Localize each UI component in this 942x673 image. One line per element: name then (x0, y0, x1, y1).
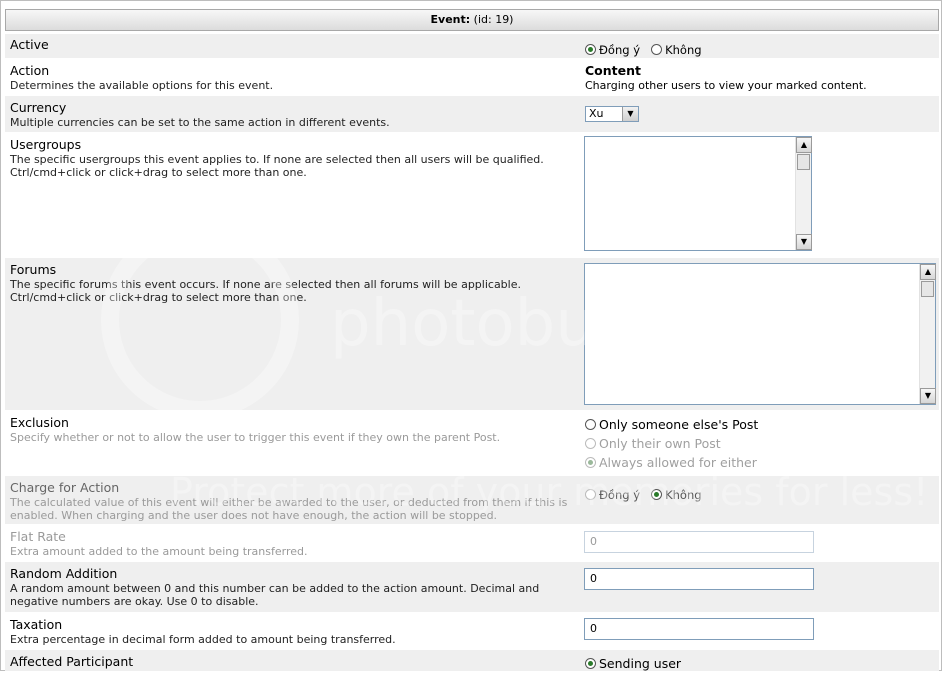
active-label: Active (10, 37, 49, 52)
form-header: Event: (id: 19) (5, 9, 939, 31)
exclusion-label: Exclusion (10, 415, 69, 430)
header-title: Event: (430, 13, 471, 26)
charge-no-option[interactable]: Không (651, 488, 702, 502)
row-charge: Charge for Action The calculated value o… (5, 476, 939, 524)
forums-desc: The specific forums this event occurs. I… (10, 278, 521, 304)
charge-options: Đồng ý Không (585, 484, 708, 503)
row-random-addition: Random Addition A random amount between … (5, 562, 939, 612)
scroll-down-icon[interactable]: ▼ (920, 388, 936, 404)
currency-select[interactable]: Xu ▼ (585, 106, 639, 122)
random-addition-input[interactable]: 0 (584, 568, 814, 590)
usergroups-listbox[interactable]: ▲ ▼ (584, 136, 812, 251)
affected-options: Sending user (585, 654, 681, 673)
row-action: Action Determines the available options … (5, 59, 939, 95)
action-value-title: Content (585, 63, 641, 78)
row-taxation: Taxation Extra percentage in decimal for… (5, 613, 939, 649)
random-addition-desc: A random amount between 0 and this numbe… (10, 582, 540, 608)
action-label: Action (10, 63, 50, 78)
header-id: (id: 19) (473, 13, 514, 26)
active-options: Đồng ý Không (585, 39, 708, 58)
row-usergroups: Usergroups The specific usergroups this … (5, 133, 939, 257)
action-value-desc: Charging other users to view your marked… (585, 79, 867, 92)
taxation-desc: Extra percentage in decimal form added t… (10, 633, 396, 646)
radio-icon[interactable] (651, 43, 663, 55)
affected-sending-user-option[interactable]: Sending user (585, 654, 681, 673)
scroll-up-icon[interactable]: ▲ (796, 137, 812, 153)
forums-label: Forums (10, 262, 57, 277)
scroll-down-icon[interactable]: ▼ (796, 234, 812, 250)
usergroups-label: Usergroups (10, 137, 82, 152)
scroll-thumb[interactable] (797, 154, 810, 170)
radio-checked-icon[interactable] (585, 43, 596, 55)
scroll-thumb[interactable] (921, 281, 934, 297)
exclusion-desc: Specify whether or not to allow the user… (10, 431, 501, 444)
row-exclusion: Exclusion Specify whether or not to allo… (5, 411, 939, 475)
charge-desc: The calculated value of this event will … (10, 496, 568, 522)
usergroups-desc: The specific usergroups this event appli… (10, 153, 544, 179)
active-yes-option[interactable]: Đồng ý (585, 43, 640, 57)
random-addition-label: Random Addition (10, 566, 118, 581)
affected-label: Affected Participant (10, 654, 134, 669)
action-desc: Determines the available options for thi… (10, 79, 274, 92)
forums-listbox[interactable]: ▲ ▼ (584, 263, 936, 405)
forums-scrollbar[interactable]: ▲ ▼ (919, 264, 936, 404)
exclusion-option-always[interactable]: Always allowed for either (585, 453, 758, 472)
taxation-input[interactable]: 0 (584, 618, 814, 640)
currency-select-wrap: Xu ▼ (585, 102, 639, 122)
charge-label: Charge for Action (10, 480, 120, 495)
taxation-label: Taxation (10, 617, 63, 632)
row-currency: Currency Multiple currencies can be set … (5, 96, 939, 132)
event-form: Event: (id: 19) Active Đồng ý Không Acti… (0, 0, 942, 671)
flat-rate-desc: Extra amount added to the amount being t… (10, 545, 308, 558)
currency-label: Currency (10, 100, 67, 115)
usergroups-scrollbar[interactable]: ▲ ▼ (795, 137, 812, 250)
row-affected: Affected Participant Sending user (5, 650, 939, 671)
row-forums: Forums The specific forums this event oc… (5, 258, 939, 410)
charge-yes-option[interactable]: Đồng ý (585, 488, 640, 502)
row-flat-rate: Flat Rate Extra amount added to the amou… (5, 525, 939, 561)
active-no-option[interactable]: Không (651, 43, 702, 57)
exclusion-options: Only someone else's Post Only their own … (585, 415, 758, 472)
chevron-down-icon[interactable]: ▼ (622, 107, 638, 121)
flat-rate-label: Flat Rate (10, 529, 66, 544)
scroll-up-icon[interactable]: ▲ (920, 264, 936, 280)
row-active: Active Đồng ý Không (5, 34, 939, 58)
flat-rate-input[interactable]: 0 (584, 531, 814, 553)
exclusion-option-own[interactable]: Only their own Post (585, 434, 758, 453)
exclusion-option-someone-else[interactable]: Only someone else's Post (585, 415, 758, 434)
currency-desc: Multiple currencies can be set to the sa… (10, 116, 390, 129)
